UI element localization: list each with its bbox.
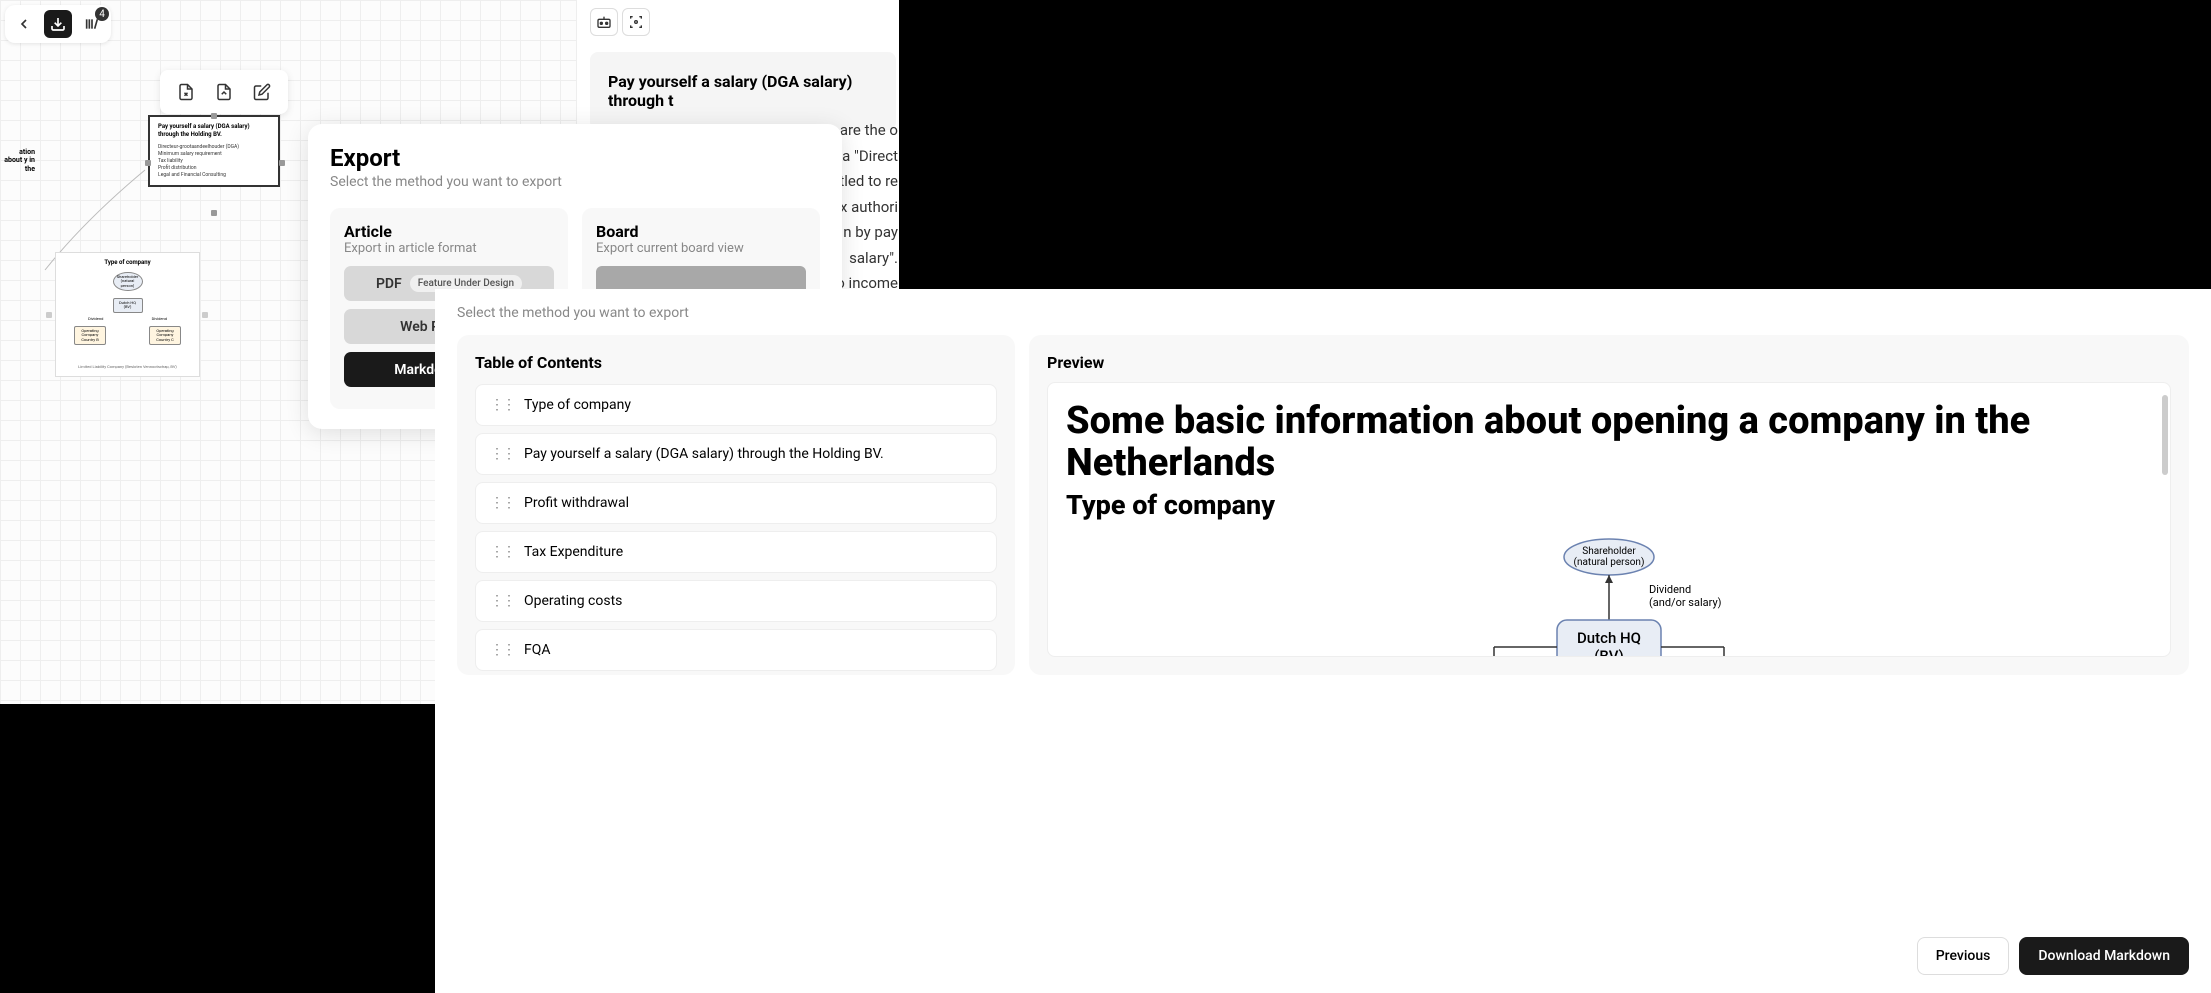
focus-icon[interactable] bbox=[622, 8, 650, 36]
diagram-dividend-l2: (and/or salary) bbox=[1649, 596, 1722, 609]
toc-item[interactable]: ⋮⋮ Pay yourself a salary (DGA salary) th… bbox=[475, 433, 997, 475]
doc-icon-1[interactable] bbox=[176, 82, 196, 102]
preview-frame[interactable]: Some basic information about opening a c… bbox=[1047, 382, 2171, 657]
footnote: Limited Liability Company (Besloten Venn… bbox=[62, 364, 193, 369]
label-dividend: Dividend bbox=[152, 316, 167, 321]
toc-item[interactable]: ⋮⋮ Operating costs bbox=[475, 580, 997, 622]
library-button[interactable]: 4 bbox=[78, 10, 106, 38]
card-item: Tax liability bbox=[158, 158, 270, 165]
edit-icon[interactable] bbox=[252, 82, 272, 102]
partial-text: ation about y in the bbox=[4, 148, 35, 173]
label-dividend: Dividend bbox=[88, 316, 103, 321]
diagram-shareholder-l2: (natural person) bbox=[1574, 556, 1645, 568]
doc-icon-2[interactable] bbox=[214, 82, 234, 102]
toc-item-label: Tax Expenditure bbox=[524, 544, 623, 560]
node-opB: OperatingCompanyCountry B bbox=[74, 326, 106, 345]
toc-item[interactable]: ⋮⋮ FQA bbox=[475, 629, 997, 671]
col-title: Article bbox=[344, 222, 554, 241]
card-actions-toolbar bbox=[160, 70, 288, 114]
diagram-dividend-l1: Dividend bbox=[1649, 583, 1691, 596]
company-diagram: Shareholder (natural person) Dividend (a… bbox=[1459, 535, 1759, 657]
partial-card: ation about y in the bbox=[0, 148, 35, 173]
modal-footer-buttons: Previous Download Markdown bbox=[1917, 937, 2189, 975]
card-item: Directeur-grootaandeelhouder (DGA) bbox=[158, 144, 270, 151]
resize-handle[interactable] bbox=[202, 312, 208, 318]
toc-title: Table of Contents bbox=[475, 353, 997, 372]
export-modal-title: Export bbox=[330, 144, 820, 172]
toc-item[interactable]: ⋮⋮ Profit withdrawal bbox=[475, 482, 997, 524]
mini-diagram: Shareholder(natural person) Dutch HQ(BV)… bbox=[62, 272, 193, 362]
col-title: Board bbox=[596, 222, 806, 241]
toc-item-label: Operating costs bbox=[524, 593, 622, 609]
drag-handle-icon[interactable]: ⋮⋮ bbox=[490, 397, 514, 413]
col-subtitle: Export current board view bbox=[596, 241, 806, 256]
download-button[interactable] bbox=[44, 10, 72, 38]
diagram-shareholder-l1: Shareholder bbox=[1582, 546, 1636, 557]
main-toolbar: 4 bbox=[5, 5, 111, 43]
drag-handle-icon[interactable]: ⋮⋮ bbox=[490, 593, 514, 609]
export-step-modal: Select the method you want to export Tab… bbox=[435, 289, 2211, 993]
badge-count: 4 bbox=[95, 7, 109, 21]
node-shareholder: Shareholder(natural person) bbox=[113, 272, 143, 291]
drag-handle-icon[interactable]: ⋮⋮ bbox=[490, 642, 514, 658]
card-item: Minimum salary requirement bbox=[158, 151, 270, 158]
drag-handle-icon[interactable]: ⋮⋮ bbox=[490, 544, 514, 560]
dark-overlay bbox=[899, 0, 2211, 289]
toc-item-label: FQA bbox=[524, 642, 551, 658]
export-modal-subtitle: Select the method you want to export bbox=[330, 174, 820, 190]
preview-title: Preview bbox=[1047, 353, 2171, 372]
node-hq: Dutch HQ(BV) bbox=[113, 298, 143, 313]
card-item: Legal and Financial Consulting bbox=[158, 172, 270, 179]
resize-handle[interactable] bbox=[145, 160, 151, 166]
drag-handle-icon[interactable]: ⋮⋮ bbox=[490, 446, 514, 462]
scrollbar[interactable] bbox=[2162, 395, 2168, 475]
preview-heading-1: Some basic information about opening a c… bbox=[1066, 401, 2152, 485]
back-button[interactable] bbox=[10, 10, 38, 38]
diagram-hq-l2: (BV) bbox=[1594, 647, 1624, 657]
canvas-card-diagram[interactable]: Type of company Shareholder(natural pers… bbox=[55, 252, 200, 377]
node-opC: OperatingCompanyCountry C bbox=[149, 326, 181, 345]
drag-handle-icon[interactable]: ⋮⋮ bbox=[490, 495, 514, 511]
toc-item[interactable]: ⋮⋮ Type of company bbox=[475, 384, 997, 426]
toc-panel: Table of Contents ⋮⋮ Type of company ⋮⋮ … bbox=[457, 335, 1015, 675]
resize-handle[interactable] bbox=[211, 210, 217, 216]
option-label: PDF bbox=[376, 276, 402, 292]
download-markdown-button[interactable]: Download Markdown bbox=[2019, 937, 2189, 975]
preview-panel: Preview Some basic information about ope… bbox=[1029, 335, 2189, 675]
preview-heading-2: Type of company bbox=[1066, 489, 2152, 521]
article-panel-toolbar bbox=[590, 8, 650, 36]
resize-handle[interactable] bbox=[211, 113, 217, 119]
card-item: Profit distribution bbox=[158, 165, 270, 172]
toc-item-label: Pay yourself a salary (DGA salary) throu… bbox=[524, 446, 884, 462]
toc-item-label: Type of company bbox=[524, 397, 631, 413]
col-subtitle: Export in article format bbox=[344, 241, 554, 256]
toc-item[interactable]: ⋮⋮ Tax Expenditure bbox=[475, 531, 997, 573]
card-title: Pay yourself a salary (DGA salary) throu… bbox=[158, 123, 270, 140]
resize-handle[interactable] bbox=[46, 312, 52, 318]
resize-handle[interactable] bbox=[279, 160, 285, 166]
canvas-card-salary[interactable]: Pay yourself a salary (DGA salary) throu… bbox=[148, 115, 280, 187]
modal-subtitle: Select the method you want to export bbox=[457, 305, 2189, 321]
card-title: Type of company bbox=[62, 259, 193, 266]
bot-icon[interactable] bbox=[590, 8, 618, 36]
toc-item-label: Profit withdrawal bbox=[524, 495, 629, 511]
diagram-hq-l1: Dutch HQ bbox=[1577, 629, 1641, 647]
previous-button[interactable]: Previous bbox=[1917, 937, 2010, 975]
article-title: Pay yourself a salary (DGA salary) throu… bbox=[608, 72, 852, 110]
